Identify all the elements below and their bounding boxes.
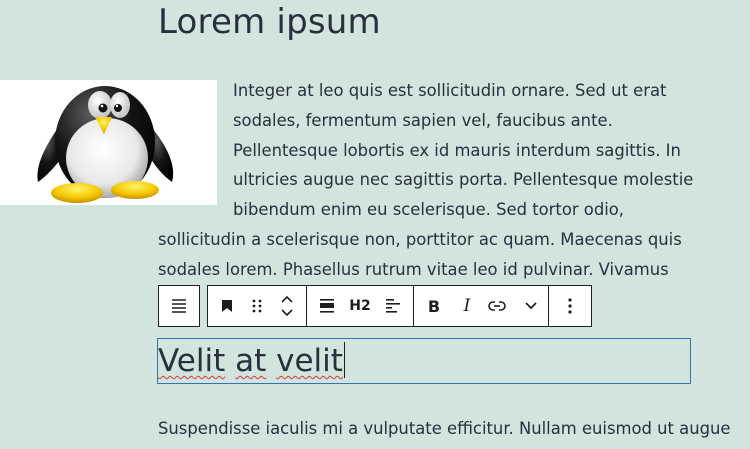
heading-block[interactable]: Velit at velit	[157, 338, 691, 384]
italic-button[interactable]: I	[454, 286, 480, 326]
more-options-icon[interactable]	[549, 286, 591, 326]
drag-handle-icon[interactable]	[246, 286, 268, 326]
heading-word-1: Velit	[158, 343, 226, 379]
paragraph-1: Integer at leo quis est sollicitudin orn…	[158, 76, 698, 284]
move-up-down-icon[interactable]	[268, 286, 306, 326]
block-toolbar: H2 B I	[158, 285, 592, 327]
heading-word-3: velit	[276, 343, 343, 379]
text-align-icon[interactable]	[373, 286, 413, 326]
italic-label: I	[463, 296, 471, 316]
toolbar-group-options	[549, 285, 592, 327]
heading-level-button[interactable]: H2	[347, 286, 373, 326]
link-icon[interactable]	[480, 286, 514, 326]
heading-text[interactable]: Velit at velit	[158, 341, 346, 381]
paragraph-1-text: Integer at leo quis est sollicitudin orn…	[158, 81, 694, 279]
heading-word-2: at	[235, 343, 267, 379]
chevron-down-icon[interactable]	[514, 286, 548, 326]
toolbar-group-parent	[158, 285, 200, 327]
paragraph-icon[interactable]	[159, 286, 199, 326]
text-caret	[343, 342, 346, 378]
toolbar-group-align: H2	[307, 285, 414, 327]
toolbar-group-format: B I	[414, 285, 549, 327]
align-icon[interactable]	[307, 286, 347, 326]
bold-button[interactable]: B	[414, 286, 454, 326]
heading-level-label: H2	[349, 298, 371, 314]
paragraph-3: Suspendisse iaculis mi a vulputate effic…	[158, 419, 731, 438]
toolbar-group-block	[207, 285, 307, 327]
bookmark-icon[interactable]	[208, 286, 246, 326]
bold-label: B	[427, 296, 441, 316]
paragraph-clip: Integer at leo quis est sollicitudin orn…	[0, 0, 750, 284]
